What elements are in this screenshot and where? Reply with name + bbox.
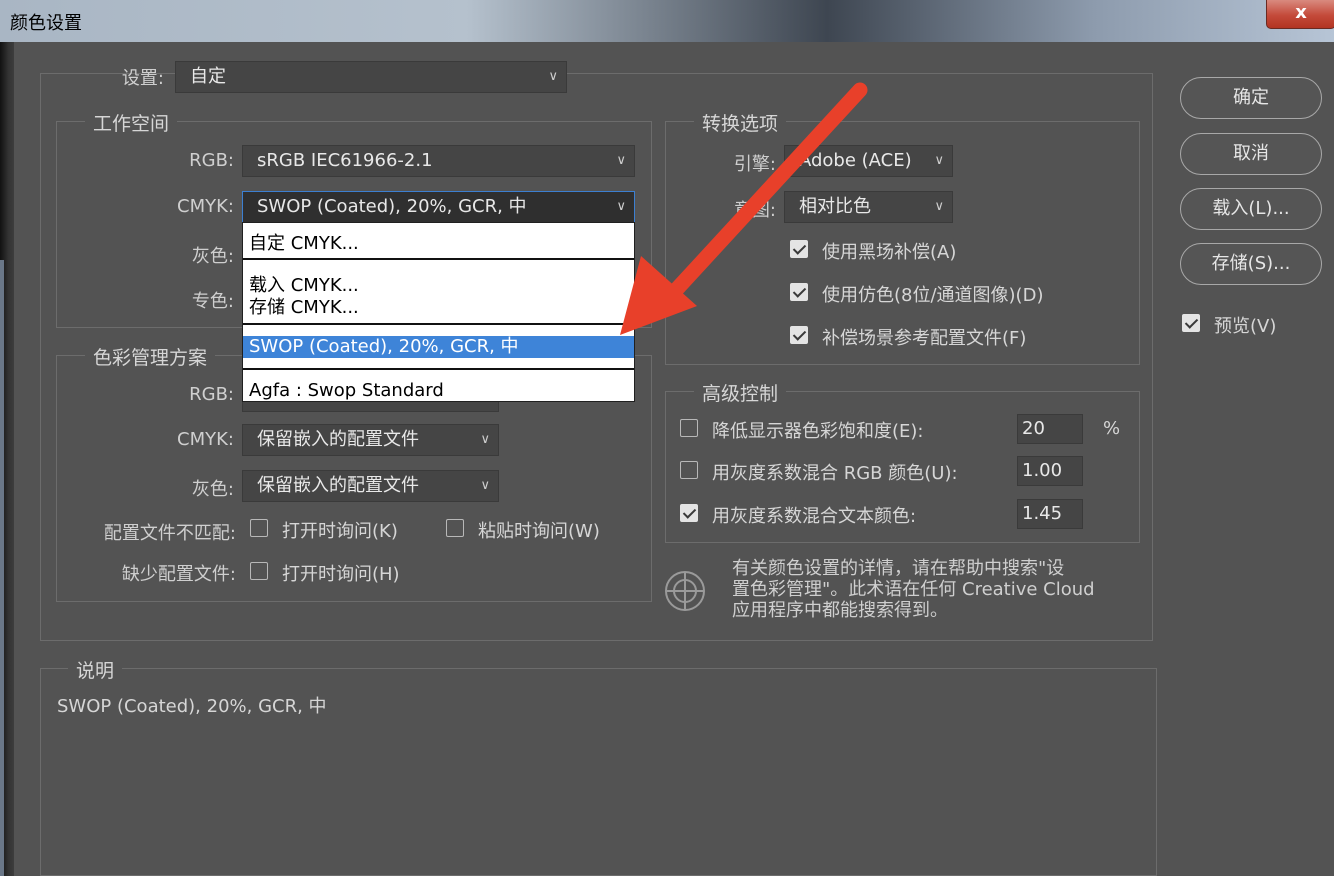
arrow-head-icon	[620, 256, 697, 335]
annotation-arrow	[620, 82, 868, 335]
arrow-shaft	[668, 82, 868, 298]
